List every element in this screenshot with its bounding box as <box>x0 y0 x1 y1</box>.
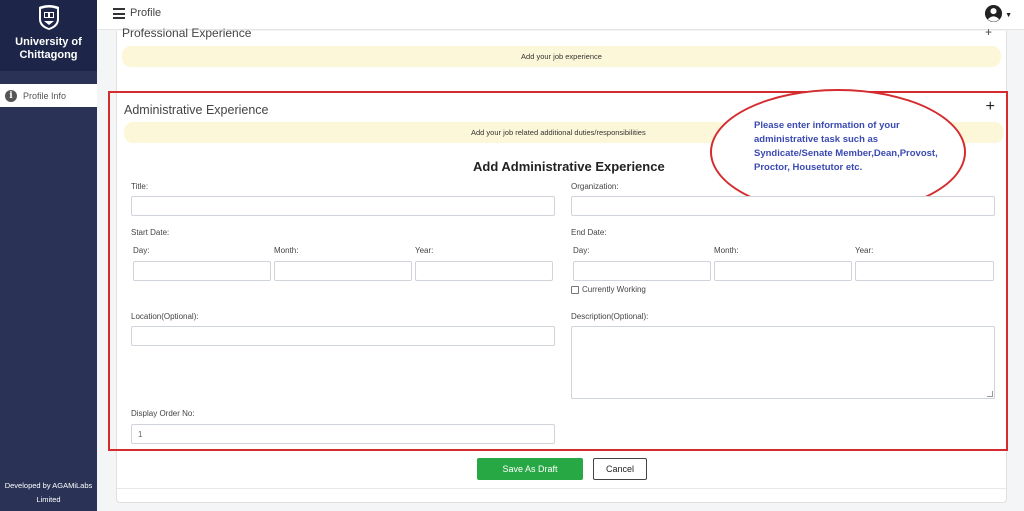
start-month-input[interactable] <box>274 261 412 281</box>
end-date-label: End Date: <box>571 228 607 237</box>
start-date-label: Start Date: <box>131 228 170 237</box>
sidebar: University of Chittagong i Profile Info … <box>0 0 97 511</box>
currently-working-label: Currently Working <box>582 285 646 294</box>
title-input[interactable] <box>131 196 555 216</box>
annotation-text: Please enter information of your adminis… <box>754 120 938 173</box>
location-input[interactable] <box>131 326 555 346</box>
start-month-label: Month: <box>274 246 299 255</box>
professional-experience-title: Professional Experience <box>122 26 252 40</box>
start-year-input[interactable] <box>415 261 553 281</box>
currently-working-checkbox-row[interactable]: Currently Working <box>571 285 646 294</box>
currently-working-checkbox[interactable] <box>571 285 579 294</box>
user-menu[interactable]: ▼ <box>984 4 1012 23</box>
end-month-label: Month: <box>714 246 739 255</box>
end-day-label: Day: <box>573 246 590 255</box>
save-as-draft-button[interactable]: Save As Draft <box>477 458 583 480</box>
professional-banner: Add your job experience <box>122 46 1001 67</box>
profile-content: Professional Experience + Add your job e… <box>108 25 1008 503</box>
end-month-input[interactable] <box>714 261 852 281</box>
start-day-input[interactable] <box>133 261 271 281</box>
divider <box>117 488 1006 489</box>
info-icon: i <box>5 89 17 102</box>
administrative-expand-button[interactable]: + <box>986 98 995 116</box>
description-textarea[interactable] <box>571 326 995 399</box>
developer-credit: Developed by AGAMiLabs Limited <box>4 481 93 504</box>
page-title: Profile <box>130 7 162 19</box>
brand-name: University of Chittagong <box>15 36 82 61</box>
brand: University of Chittagong <box>0 0 97 71</box>
user-circle-icon <box>985 4 1003 23</box>
professional-expand-button[interactable]: + <box>985 25 992 39</box>
cancel-button[interactable]: Cancel <box>593 458 647 480</box>
form-title: Add Administrative Experience <box>473 159 665 174</box>
end-year-label: Year: <box>855 246 874 255</box>
end-year-input[interactable] <box>855 261 994 281</box>
hamburger-icon[interactable] <box>113 8 125 19</box>
chevron-down-icon: ▼ <box>1005 11 1012 19</box>
university-logo-icon <box>38 5 59 30</box>
start-day-label: Day: <box>133 246 150 255</box>
location-label: Location(Optional): <box>131 312 199 321</box>
sidebar-item-label: Profile Info <box>23 90 67 101</box>
sidebar-item-profile-info[interactable]: i Profile Info <box>0 84 97 107</box>
organization-label: Organization: <box>571 182 619 191</box>
display-order-input[interactable]: 1 <box>131 424 555 444</box>
administrative-section: Administrative Experience + Add your job… <box>108 89 1008 451</box>
start-year-label: Year: <box>415 246 434 255</box>
end-day-input[interactable] <box>573 261 711 281</box>
administrative-experience-title: Administrative Experience <box>124 103 269 117</box>
organization-input[interactable] <box>571 196 995 216</box>
title-label: Title: <box>131 182 149 191</box>
display-order-label: Display Order No: <box>131 409 195 418</box>
description-label: Description(Optional): <box>571 312 649 321</box>
resize-handle-icon[interactable] <box>987 391 993 397</box>
